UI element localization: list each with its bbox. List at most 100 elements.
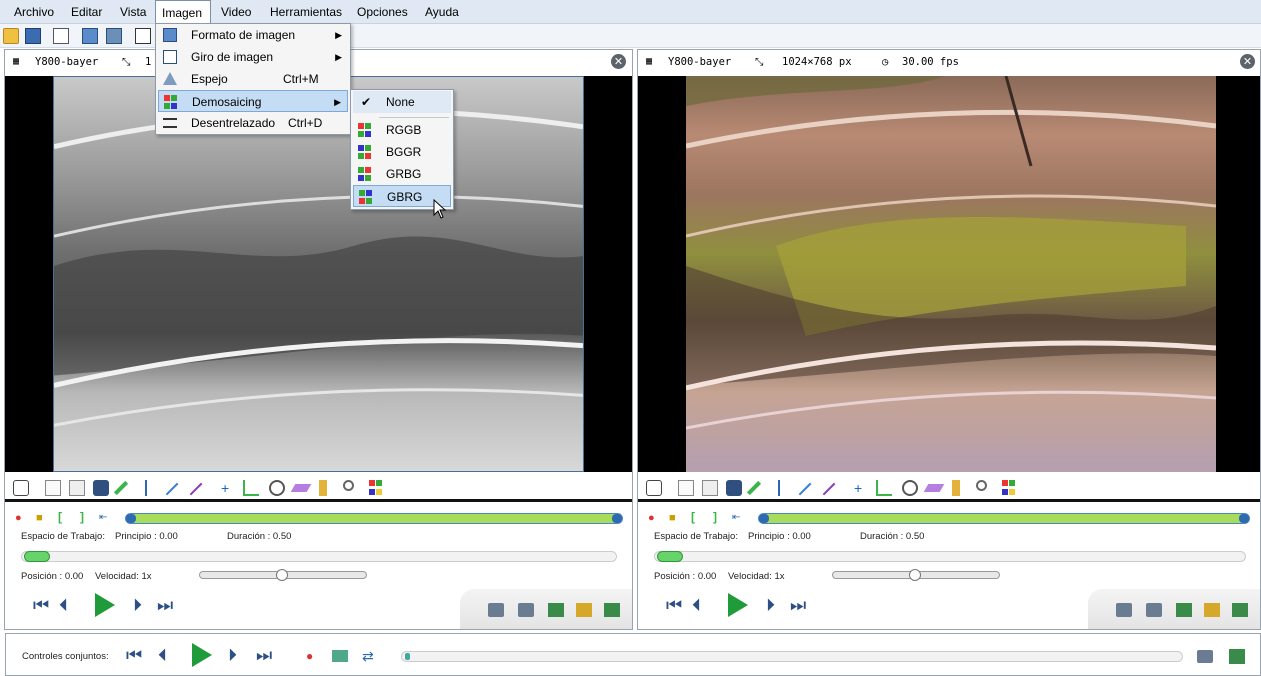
add-keyframe-icon[interactable] xyxy=(678,480,694,496)
joint-previous-frame-icon[interactable]: ⏴ xyxy=(158,647,167,665)
joint-sync-icon[interactable] xyxy=(332,650,348,662)
menu-ayuda[interactable]: Ayuda xyxy=(419,0,465,24)
circle-icon[interactable] xyxy=(902,480,918,496)
human-model-icon[interactable] xyxy=(778,480,794,496)
joint-swap-icon[interactable]: ⇄ xyxy=(362,648,374,665)
pencil-icon[interactable] xyxy=(746,480,762,496)
play-icon[interactable] xyxy=(95,593,115,617)
workspace-start-handle[interactable] xyxy=(126,514,136,523)
hand-icon[interactable] xyxy=(13,480,29,496)
joint-position-track[interactable] xyxy=(401,651,1183,662)
marker-icon[interactable]: ● xyxy=(648,512,655,524)
last-frame-icon[interactable]: ⏭ xyxy=(157,597,173,615)
add-keyframe-icon[interactable] xyxy=(45,480,61,496)
next-frame-icon[interactable]: ⏵ xyxy=(766,597,775,615)
multi-camera-icon[interactable] xyxy=(518,603,534,617)
menu-video[interactable]: Video xyxy=(215,0,257,24)
joint-camera-icon[interactable] xyxy=(1197,650,1213,663)
menu-opciones[interactable]: Opciones xyxy=(351,0,414,24)
joint-position-handle[interactable] xyxy=(405,653,410,660)
end-bracket-icon[interactable]: ] xyxy=(80,510,84,524)
cross-icon[interactable]: + xyxy=(854,480,870,496)
joint-record-icon[interactable] xyxy=(1229,649,1245,664)
menu-item-espejo[interactable]: Espejo Ctrl+M xyxy=(158,68,348,90)
position-track[interactable] xyxy=(21,551,617,562)
next-frame-icon[interactable]: ⏵ xyxy=(133,597,142,615)
first-frame-icon[interactable]: ⏮ xyxy=(33,597,49,615)
demosaicing-option-grbg[interactable]: GRBG xyxy=(353,163,451,185)
open-folder-icon[interactable] xyxy=(3,28,19,44)
cross-icon[interactable]: + xyxy=(221,480,237,496)
record-stop-icon[interactable] xyxy=(1232,603,1248,617)
arrow-icon[interactable] xyxy=(189,482,213,506)
reset-icon[interactable]: ⇤ xyxy=(732,512,740,523)
marker-icon[interactable]: ● xyxy=(15,512,22,524)
reset-icon[interactable]: ⇤ xyxy=(99,512,107,523)
line-icon[interactable] xyxy=(798,482,822,506)
workspace-end-handle[interactable] xyxy=(1239,514,1249,523)
layout-two-icon[interactable] xyxy=(82,28,98,44)
menu-item-formato-de-imagen[interactable]: Formato de imagen ▶ xyxy=(158,24,348,46)
save-icon[interactable] xyxy=(25,28,41,44)
demosaicing-option-none[interactable]: ✔ None xyxy=(353,91,451,113)
label-icon[interactable] xyxy=(726,480,742,496)
grid-plane-icon[interactable] xyxy=(290,484,312,492)
demosaicing-option-bggr[interactable]: BGGR xyxy=(353,141,451,163)
left-video-view[interactable] xyxy=(5,76,632,472)
right-video-view[interactable] xyxy=(638,76,1260,472)
human-model-icon[interactable] xyxy=(145,480,161,496)
brush-icon[interactable] xyxy=(319,480,327,496)
capture-screen-icon[interactable] xyxy=(135,28,151,44)
record-icon[interactable] xyxy=(548,603,564,617)
previous-frame-icon[interactable]: ⏴ xyxy=(692,597,701,615)
close-icon[interactable]: ✕ xyxy=(611,54,626,69)
start-bracket-icon[interactable]: [ xyxy=(58,510,62,524)
position-track[interactable] xyxy=(654,551,1246,562)
layout-sync-icon[interactable] xyxy=(106,28,122,44)
menu-editar[interactable]: Editar xyxy=(65,0,108,24)
camera-icon[interactable] xyxy=(1116,603,1132,617)
hand-icon[interactable] xyxy=(646,480,662,496)
menu-herramientas[interactable]: Herramientas xyxy=(264,0,348,24)
last-frame-icon[interactable]: ⏭ xyxy=(790,597,806,615)
menu-item-giro-de-imagen[interactable]: Giro de imagen ▶ xyxy=(158,46,348,68)
menu-imagen[interactable]: Imagen xyxy=(155,0,211,25)
brush-icon[interactable] xyxy=(952,480,960,496)
workspace-track[interactable] xyxy=(125,513,623,524)
joint-play-icon[interactable] xyxy=(192,643,212,667)
circle-icon[interactable] xyxy=(269,480,285,496)
label-icon[interactable] xyxy=(93,480,109,496)
first-frame-icon[interactable]: ⏮ xyxy=(666,597,682,615)
position-handle[interactable] xyxy=(24,551,50,562)
arrow-icon[interactable] xyxy=(822,482,846,506)
record-stop-icon[interactable] xyxy=(604,603,620,617)
speed-slider[interactable] xyxy=(832,569,1000,581)
joint-first-frame-icon[interactable]: ⏮ xyxy=(126,647,142,665)
angle-icon[interactable] xyxy=(876,480,892,496)
end-bracket-icon[interactable]: ] xyxy=(713,510,717,524)
camera-icon[interactable] xyxy=(488,603,504,617)
close-icon[interactable]: ✕ xyxy=(1240,54,1255,69)
multi-camera-icon[interactable] xyxy=(1146,603,1162,617)
play-icon[interactable] xyxy=(728,593,748,617)
magnifier-icon[interactable] xyxy=(976,480,987,491)
previous-frame-icon[interactable]: ⏴ xyxy=(59,597,68,615)
record-icon[interactable] xyxy=(1176,603,1192,617)
magnifier-icon[interactable] xyxy=(343,480,354,491)
joint-last-frame-icon[interactable]: ⏭ xyxy=(256,647,272,665)
angle-icon[interactable] xyxy=(243,480,259,496)
speed-slider-thumb[interactable] xyxy=(909,569,921,581)
joint-next-frame-icon[interactable]: ⏵ xyxy=(228,647,237,665)
start-bracket-icon[interactable]: [ xyxy=(691,510,695,524)
menu-archivo[interactable]: Archivo xyxy=(8,0,60,24)
menu-item-demosaicing[interactable]: Demosaicing ▶ xyxy=(158,90,348,112)
grid-plane-icon[interactable] xyxy=(923,484,945,492)
line-icon[interactable] xyxy=(165,482,189,506)
workspace-start-handle[interactable] xyxy=(759,514,769,523)
menu-item-desentrelazado[interactable]: Desentrelazado Ctrl+D xyxy=(158,112,348,134)
menu-vista[interactable]: Vista xyxy=(114,0,152,24)
pencil-icon[interactable] xyxy=(113,480,129,496)
notes-icon[interactable] xyxy=(69,480,85,496)
lock-icon[interactable]: ■ xyxy=(669,512,676,524)
workspace-end-handle[interactable] xyxy=(612,514,622,523)
